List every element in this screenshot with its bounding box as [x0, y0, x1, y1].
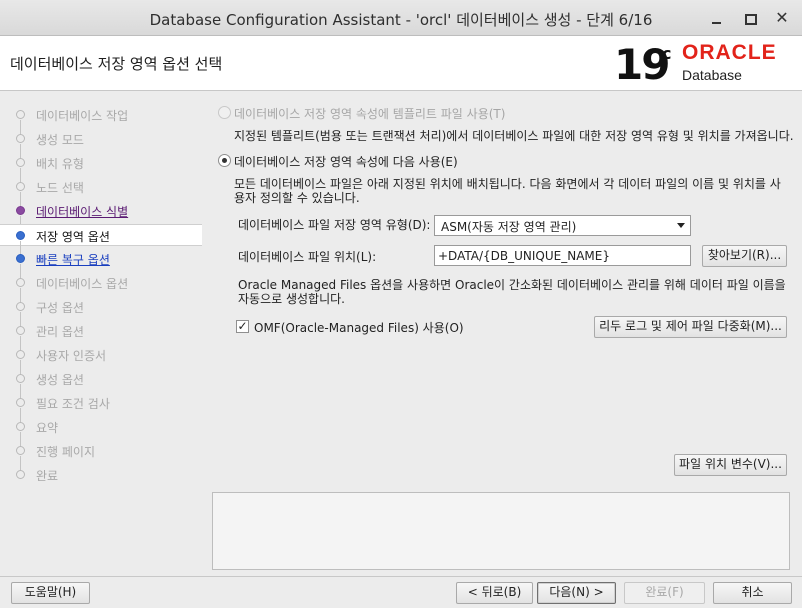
step-indicator-icon [16, 134, 25, 143]
help-button[interactable]: 도움말(H) [11, 582, 90, 604]
custom-storage-label: 데이터베이스 저장 영역 속성에 다음 사용(E) [234, 155, 458, 169]
step-indicator-icon [16, 110, 25, 119]
sidebar-step: 데이터베이스 옵션 [0, 272, 202, 306]
footer-divider [0, 576, 802, 577]
sidebar-step: 저장 영역 옵션 [0, 224, 202, 259]
sidebar-step-label: 저장 영역 옵션 [36, 230, 110, 244]
sidebar-step-label: 필요 조건 검사 [36, 397, 110, 411]
sidebar-step-label: 완료 [36, 469, 59, 483]
sidebar-step-label: 진행 페이지 [36, 445, 96, 459]
sidebar-step-label: 빠른 복구 옵션 [36, 253, 110, 267]
step-indicator-icon [16, 422, 25, 431]
sidebar-step: 생성 옵션 [0, 368, 202, 402]
logo-product: Database [682, 67, 742, 83]
step-indicator-icon [16, 158, 25, 167]
file-location-input[interactable] [434, 245, 691, 266]
sidebar-step-label: 사용자 인증서 [36, 349, 107, 363]
omf-description: Oracle Managed Files 옵션을 사용하면 Oracle이 간소… [238, 278, 786, 306]
sidebar-step[interactable]: 빠른 복구 옵션 [0, 248, 202, 282]
file-location-variables-button[interactable]: 파일 위치 변수(V)... [674, 454, 787, 476]
storage-type-label: 데이터베이스 파일 저장 영역 유형(D): [238, 218, 431, 232]
sidebar-step-label: 생성 모드 [36, 133, 84, 147]
custom-storage-description: 모든 데이터베이스 파일은 아래 지정된 위치에 배치됩니다. 다음 화면에서 … [234, 177, 781, 205]
sidebar-step: 배치 유형 [0, 152, 202, 186]
minimize-icon[interactable] [707, 8, 727, 28]
step-indicator-icon [16, 398, 25, 407]
sidebar-step: 관리 옵션 [0, 320, 202, 354]
storage-type-select[interactable]: ASM(자동 저장 영역 관리) [434, 215, 691, 236]
page-title: 데이터베이스 저장 영역 옵션 선택 [10, 55, 223, 73]
step-indicator-icon [16, 231, 25, 240]
file-location-label: 데이터베이스 파일 위치(L): [238, 250, 377, 264]
sidebar-step-label: 생성 옵션 [36, 373, 84, 387]
storage-type-value: ASM(자동 저장 영역 관리) [441, 220, 577, 234]
step-indicator-icon [16, 182, 25, 191]
step-indicator-icon [16, 326, 25, 335]
next-button[interactable]: 다음(N) > [537, 582, 616, 604]
checkmark-icon: ✓ [237, 319, 248, 333]
omf-checkbox-label: OMF(Oracle-Managed Files) 사용(O) [254, 321, 464, 335]
sidebar-step-label: 배치 유형 [36, 157, 84, 171]
window-titlebar: Database Configuration Assistant - 'orcl… [0, 0, 802, 36]
chevron-down-icon [677, 223, 685, 228]
step-indicator-icon [16, 302, 25, 311]
logo-version: 19 [614, 40, 670, 89]
step-indicator-icon [16, 206, 25, 215]
sidebar-step: 요약 [0, 416, 202, 450]
cancel-button[interactable]: 취소 [713, 582, 792, 604]
steps-sidebar: 데이터베이스 작업생성 모드배치 유형노드 선택데이터베이스 식별저장 영역 옵… [0, 92, 202, 572]
maximize-icon[interactable] [740, 8, 760, 28]
browse-button[interactable]: 찾아보기(R)... [702, 245, 787, 267]
close-icon[interactable]: ✕ [772, 8, 792, 28]
step-indicator-icon [16, 350, 25, 359]
sidebar-step-label: 데이터베이스 식별 [36, 205, 129, 219]
storage-options-panel: 데이터베이스 저장 영역 속성에 템플리트 파일 사용(T) 지정된 템플리트(… [212, 100, 794, 480]
step-indicator-icon [16, 446, 25, 455]
sidebar-step: 데이터베이스 작업 [0, 104, 202, 138]
template-storage-label: 데이터베이스 저장 영역 속성에 템플리트 파일 사용(T) [234, 107, 506, 121]
sidebar-step-label: 구성 옵션 [36, 301, 84, 315]
custom-storage-radio[interactable] [218, 154, 231, 167]
sidebar-step-label: 데이터베이스 작업 [36, 109, 129, 123]
sidebar-step[interactable]: 데이터베이스 식별 [0, 200, 202, 234]
step-indicator-icon [16, 374, 25, 383]
finish-button[interactable]: 완료(F) [624, 582, 705, 604]
step-indicator-icon [16, 278, 25, 287]
page-header: 데이터베이스 저장 영역 옵션 선택 19 c ORACLE Database [0, 36, 802, 91]
logo-version-suffix: c [662, 44, 672, 63]
sidebar-step-label: 데이터베이스 옵션 [36, 277, 129, 291]
window-title: Database Configuration Assistant - 'orcl… [149, 11, 653, 29]
sidebar-step: 구성 옵션 [0, 296, 202, 330]
sidebar-step: 노드 선택 [0, 176, 202, 210]
sidebar-step: 완료 [0, 464, 202, 486]
sidebar-step: 필요 조건 검사 [0, 392, 202, 426]
template-storage-description: 지정된 템플리트(범용 또는 트랜잭션 처리)에서 데이터베이스 파일에 대한 … [234, 129, 794, 143]
sidebar-step-label: 관리 옵션 [36, 325, 84, 339]
back-button[interactable]: < 뒤로(B) [456, 582, 533, 604]
step-indicator-icon [16, 470, 25, 479]
multiplex-redo-button[interactable]: 리두 로그 및 제어 파일 다중화(M)... [594, 316, 787, 338]
sidebar-step: 생성 모드 [0, 128, 202, 162]
oracle-logo: ORACLE [682, 41, 777, 64]
sidebar-step-label: 요약 [36, 421, 59, 435]
step-indicator-icon [16, 254, 25, 263]
sidebar-step-label: 노드 선택 [36, 181, 84, 195]
sidebar-step: 진행 페이지 [0, 440, 202, 474]
sidebar-step: 사용자 인증서 [0, 344, 202, 378]
omf-checkbox[interactable]: ✓ [236, 320, 249, 333]
template-storage-radio[interactable] [218, 106, 231, 119]
message-area [212, 492, 790, 570]
